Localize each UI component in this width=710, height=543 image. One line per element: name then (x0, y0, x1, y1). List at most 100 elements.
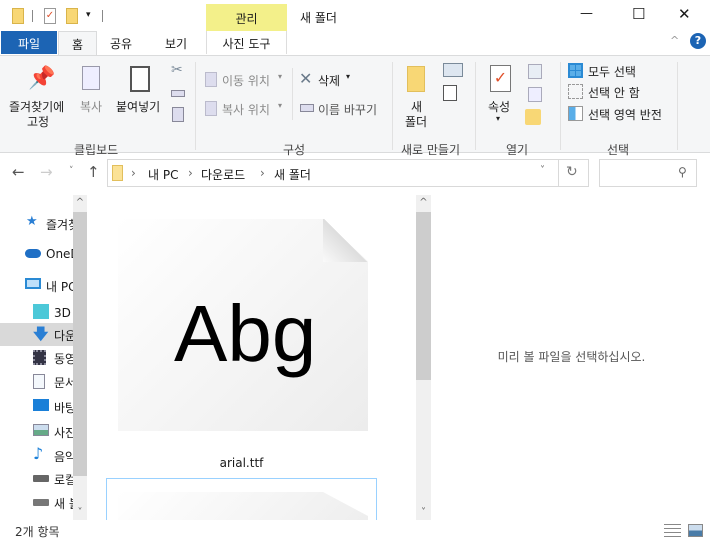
address-bar[interactable]: › 내 PC › 다운로드 › 새 폴더 ˅ ↻ (107, 159, 589, 187)
nav-item-local-disk[interactable]: 로컬 디스크 (0, 467, 73, 490)
file-name: arial.ttf (219, 456, 264, 470)
computer-icon (25, 278, 41, 289)
nav-item-onedrive[interactable]: OneDrive (0, 243, 73, 266)
breadcrumb-separator[interactable]: › (260, 166, 265, 180)
group-label-clipboard: 클립보드 (74, 143, 119, 157)
picture-icon (33, 424, 49, 436)
nav-label: 새 볼륨 (54, 497, 73, 511)
clipboard-icon (130, 66, 150, 92)
scroll-up-icon[interactable]: ^ (73, 197, 87, 208)
move-icon (205, 72, 217, 87)
nav-item-pictures[interactable]: 사진 (0, 420, 73, 443)
page-curl-icon (323, 219, 368, 262)
divider (292, 68, 293, 120)
nav-label: OneDrive (46, 247, 73, 261)
nav-item-this-pc[interactable]: 내 PC (0, 274, 73, 297)
copy-to-label: 복사 위치 (222, 103, 270, 117)
dropdown-icon: ▾ (278, 101, 283, 110)
edit-icon[interactable] (528, 87, 542, 102)
search-box[interactable]: ⚲ (599, 159, 697, 187)
item-count: 2개 항목 (15, 525, 60, 539)
drive-icon (33, 475, 49, 482)
select-all-icon (568, 63, 583, 78)
file-view-scrollbar[interactable]: ^ ˅ (416, 195, 431, 520)
nav-scrollbar[interactable]: ^ ˅ (73, 195, 87, 520)
nav-item-documents[interactable]: 문서 (0, 370, 73, 393)
file-item[interactable] (106, 478, 377, 520)
delete-x-icon: ✕ (299, 69, 313, 88)
new-folder-label-2: 폴더 (405, 115, 428, 129)
preview-message: 미리 볼 파일을 선택하십시오. (497, 350, 646, 364)
breadcrumb-new-folder[interactable]: 새 폴더 (274, 166, 311, 183)
group-label-select: 선택 (607, 143, 630, 157)
properties-label: 속성 (488, 100, 511, 114)
ribbon-content: 📌 즐겨찾기에 고정 복사 붙여넣기 ✂ 클립보드 이동 위치 ▾ 복사 위치 ▾ … (0, 0, 710, 157)
file-view: Abg arial.ttf ^ ˅ (88, 195, 432, 520)
pin-label-2: 고정 (27, 115, 50, 129)
properties-icon: ✓ (490, 65, 511, 92)
history-icon[interactable] (525, 109, 541, 125)
new-folder-icon (407, 66, 425, 92)
details-view-icon[interactable] (664, 524, 681, 537)
address-dropdown-icon[interactable]: ˅ (540, 165, 545, 176)
new-item-icon[interactable] (443, 63, 463, 77)
recent-locations-icon[interactable]: ˅ (69, 166, 74, 176)
scroll-up-icon[interactable]: ^ (416, 197, 431, 208)
nav-item-downloads[interactable]: 🡇 다운로드 (0, 323, 73, 346)
divider (195, 62, 196, 150)
scrollbar-thumb[interactable] (416, 212, 431, 380)
copy-icon (82, 66, 100, 90)
group-label-new: 새로 만들기 (401, 143, 461, 157)
group-label-organize: 구성 (283, 143, 306, 157)
rename-icon (300, 104, 314, 112)
paste-label: 붙여넣기 (116, 100, 161, 114)
folder-icon (112, 165, 123, 181)
scroll-down-icon[interactable]: ˅ (73, 507, 87, 518)
breadcrumb-this-pc[interactable]: 내 PC (148, 166, 178, 183)
nav-item-quick-access[interactable]: ★ 즐겨찾기 (0, 212, 73, 235)
copy-path-icon[interactable] (171, 90, 185, 97)
refresh-icon[interactable]: ↻ (566, 164, 578, 180)
select-none-label: 선택 안 함 (588, 86, 640, 100)
nav-label: 내 PC (46, 280, 73, 294)
cut-icon[interactable]: ✂ (171, 62, 183, 78)
divider (560, 62, 561, 150)
nav-item-videos[interactable]: 동영상 (0, 346, 73, 369)
large-icons-view-icon[interactable] (688, 524, 703, 537)
back-button[interactable]: ← (12, 163, 25, 181)
easy-access-icon[interactable] (443, 85, 457, 101)
forward-button[interactable]: → (40, 163, 53, 181)
breadcrumb-separator[interactable]: › (188, 166, 193, 180)
drive-icon (33, 499, 49, 506)
divider (677, 62, 678, 150)
delete-label: 삭제 (318, 74, 341, 88)
nav-label: 문서 (54, 376, 73, 390)
nav-item-3d-objects[interactable]: 3D 개체 (0, 300, 73, 323)
font-preview-text: Abg (174, 289, 317, 378)
desktop-icon (33, 399, 49, 411)
nav-label: 음악 (54, 450, 73, 464)
search-icon[interactable]: ⚲ (678, 165, 687, 179)
nav-label: 즐겨찾기 (46, 218, 73, 232)
nav-item-music[interactable]: ♪ 음악 (0, 444, 73, 467)
preview-pane: 미리 볼 파일을 선택하십시오. (433, 195, 710, 520)
file-item[interactable]: Abg arial.ttf (106, 205, 377, 475)
nav-label: 바탕 화면 (54, 401, 73, 415)
up-button[interactable]: ↑ (87, 163, 100, 181)
nav-label: 동영상 (54, 352, 73, 366)
rename-label: 이름 바꾸기 (318, 103, 378, 117)
pin-icon: 📌 (28, 66, 56, 91)
music-note-icon: ♪ (33, 444, 44, 463)
nav-item-desktop[interactable]: 바탕 화면 (0, 395, 73, 418)
paste-shortcut-icon[interactable] (172, 107, 184, 122)
breadcrumb-downloads[interactable]: 다운로드 (201, 166, 245, 183)
group-label-open: 열기 (506, 143, 529, 157)
breadcrumb-separator[interactable]: › (131, 166, 136, 180)
copy-to-icon (205, 101, 217, 116)
move-label: 이동 위치 (222, 74, 270, 88)
open-icon[interactable] (528, 64, 542, 79)
scrollbar-thumb[interactable] (73, 212, 87, 476)
nav-item-new-volume[interactable]: 새 볼륨 (0, 491, 73, 514)
search-input[interactable] (603, 163, 673, 183)
scroll-down-icon[interactable]: ˅ (416, 507, 431, 518)
